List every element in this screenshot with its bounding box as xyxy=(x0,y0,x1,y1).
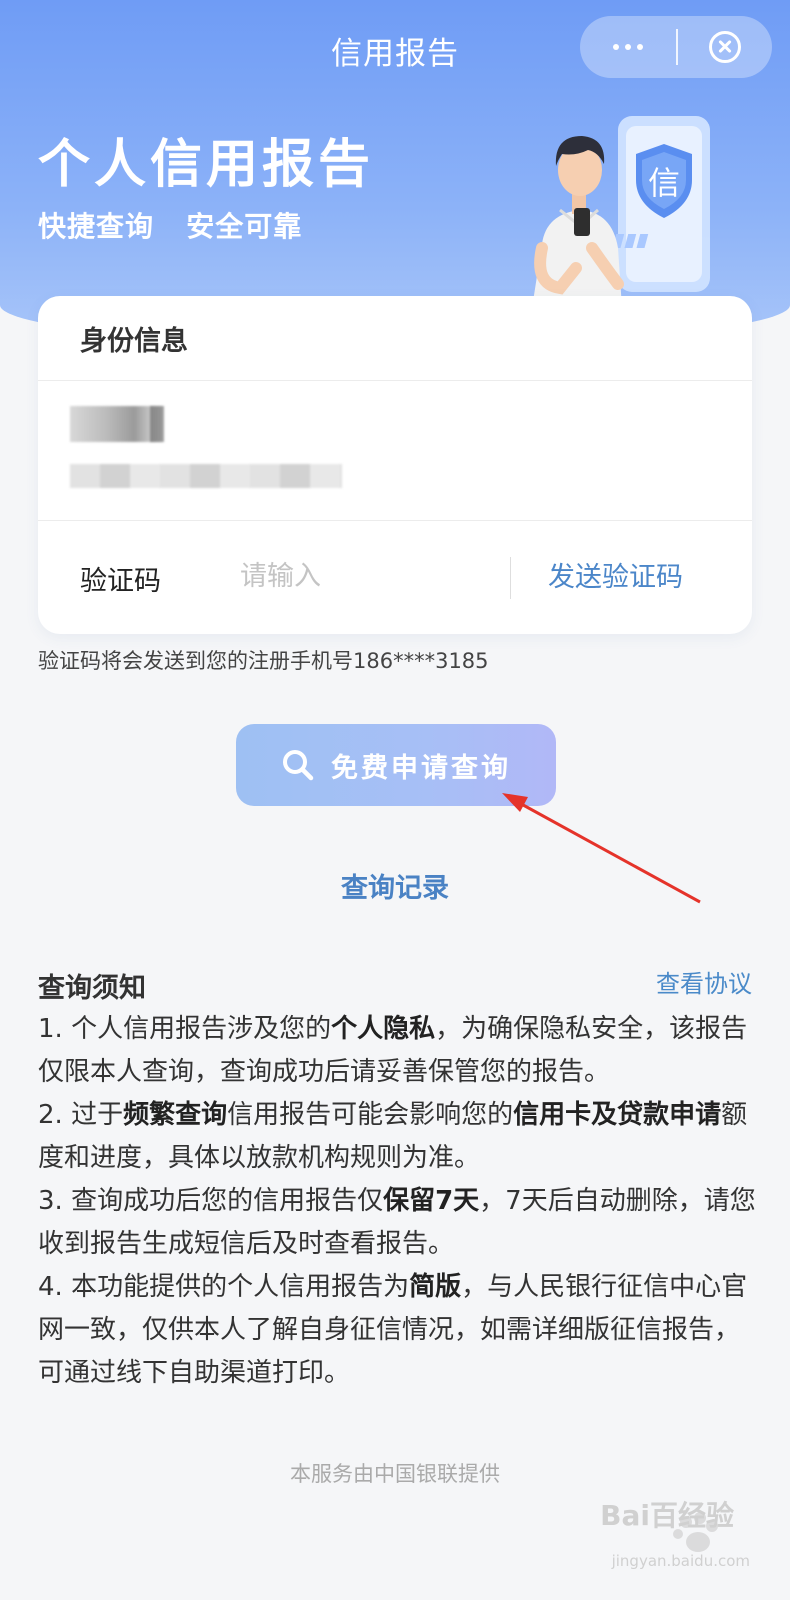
masked-name xyxy=(70,406,162,442)
send-code-button[interactable]: 发送验证码 xyxy=(548,555,683,594)
search-icon xyxy=(283,750,314,781)
verification-code-label: 验证码 xyxy=(80,566,161,597)
masked-name-tail xyxy=(150,406,164,442)
notice-title: 查询须知 xyxy=(38,973,146,1004)
notice-item: 1. 个人信用报告涉及您的个人隐私，为确保隐私安全，该报告仅限本人查询，查询成功… xyxy=(38,1014,748,1087)
notice-item: 2. 过于频繁查询信用报告可能会影响您的信用卡及贷款申请额度和进度，具体以放款机… xyxy=(38,1100,748,1173)
close-button[interactable] xyxy=(678,16,772,78)
notice-list: 1. 个人信用报告涉及您的个人隐私，为确保隐私安全，该报告仅限本人查询，查询成功… xyxy=(38,1008,758,1395)
identity-card: 身份信息 验证码 发送验证码 xyxy=(38,296,752,634)
verification-code-input[interactable] xyxy=(238,551,492,601)
identity-card-header: 身份信息 xyxy=(38,296,752,381)
service-provider-footer: 本服务由中国银联提供 xyxy=(290,1462,500,1486)
phone-hint-text: 验证码将会发送到您的注册手机号186****3185 xyxy=(38,649,489,673)
view-agreement-link[interactable]: 查看协议 xyxy=(656,964,752,999)
notice-item: 3. 查询成功后您的信用报告仅保留7天，7天后自动删除，请您收到报告生成短信后及… xyxy=(38,1186,756,1259)
notice-item: 4. 本功能提供的个人信用报告为简版，与人民银行征信中心官网一致，仅供本人了解自… xyxy=(38,1272,748,1388)
hero-subtitle: 快捷查询 安全可靠 xyxy=(38,210,303,243)
code-divider xyxy=(510,557,511,599)
person-with-phone-illustration: 信 xyxy=(532,116,710,308)
hero-banner: 信用报告 个人信用报告 快捷查询 安全可靠 信 xyxy=(0,0,790,345)
verification-code-row: 验证码 发送验证码 xyxy=(38,520,752,635)
apply-query-label: 免费申请查询 xyxy=(331,752,511,784)
badge-char: 信 xyxy=(648,164,680,202)
apply-query-button[interactable]: 免费申请查询 xyxy=(236,724,556,806)
watermark-brand: Bai百经验 xyxy=(600,1499,734,1532)
watermark-site: jingyan.baidu.com xyxy=(611,1552,750,1570)
query-records-link[interactable]: 查询记录 xyxy=(0,866,790,905)
more-options-icon[interactable] xyxy=(580,16,676,78)
hero-title: 个人信用报告 xyxy=(38,135,375,195)
masked-id-number xyxy=(70,464,342,488)
mini-program-capsule xyxy=(580,16,772,78)
close-icon xyxy=(709,31,741,63)
